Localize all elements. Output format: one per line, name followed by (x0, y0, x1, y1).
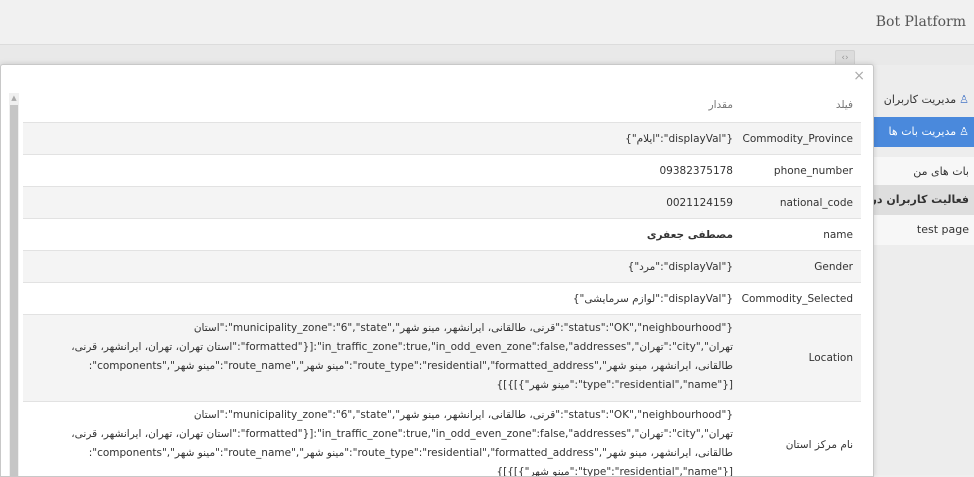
row-field: phone_number (773, 164, 853, 177)
brand-title: Bot Platform (875, 14, 966, 30)
scrollbar-thumb[interactable] (10, 105, 18, 476)
user-icon: ♙ (959, 125, 969, 138)
row-field: نام مرکز استان (785, 439, 853, 451)
row-field: Commodity_Selected (741, 292, 853, 305)
table-row: Location {"status":"OK","neighbourhood":… (23, 315, 861, 402)
scroll-up-arrow-icon[interactable]: ▲ (9, 93, 19, 103)
table-header-row: فیلد مقدار (23, 87, 861, 123)
row-value: {"status":"OK","neighbourhood":"قرنی، طا… (71, 322, 733, 391)
table-row: name مصطفی جعفری (23, 219, 861, 251)
row-field: Gender (814, 260, 853, 273)
row-field: name (823, 228, 853, 241)
details-table: فیلد مقدار Commodity_Province {"displayV… (23, 87, 861, 477)
modal-scrollbar[interactable]: ▲ (9, 93, 19, 476)
row-field: national_code (779, 196, 853, 209)
row-value: {"displayVal":"ایلام"} (625, 132, 733, 145)
row-value: 0021124159 (666, 196, 733, 209)
table-row: phone_number 09382375178 (23, 155, 861, 187)
row-field: Location (808, 352, 853, 364)
column-header-value: مقدار (708, 98, 733, 111)
row-value: {"status":"OK","neighbourhood":"قرنی، طا… (71, 409, 733, 477)
sub-header-bar (0, 45, 974, 65)
table-row: national_code 0021124159 (23, 187, 861, 219)
row-value: مصطفی جعفری (646, 228, 733, 241)
sidebar-item-label: مدیریت بات ها (888, 125, 957, 138)
table-row: Gender {"displayVal":"مرد"} (23, 251, 861, 283)
close-icon[interactable]: × (853, 68, 865, 84)
column-header-field: فیلد (835, 98, 853, 111)
row-field: Commodity_Province (742, 132, 853, 145)
table-row: Commodity_Selected {"displayVal":"لوازم … (23, 283, 861, 315)
table-row: Commodity_Province {"displayVal":"ایلام"… (23, 123, 861, 155)
row-value: {"displayVal":"مرد"} (627, 260, 733, 273)
top-header: Bot Platform (0, 0, 974, 45)
sidebar-item-label: بات های من (913, 165, 969, 178)
sidebar-item-label: مدیریت کاربران (883, 93, 957, 106)
details-modal: × ▲ فیلد مقدار Commodity_Province {"disp… (0, 64, 874, 477)
sidebar-item-label: test page (916, 223, 969, 236)
table-row: نام مرکز استان {"status":"OK","neighbour… (23, 402, 861, 477)
row-value: {"displayVal":"لوازم سرمایشی"} (572, 292, 733, 305)
row-value: 09382375178 (659, 164, 734, 177)
user-icon: ♙ (959, 93, 969, 106)
